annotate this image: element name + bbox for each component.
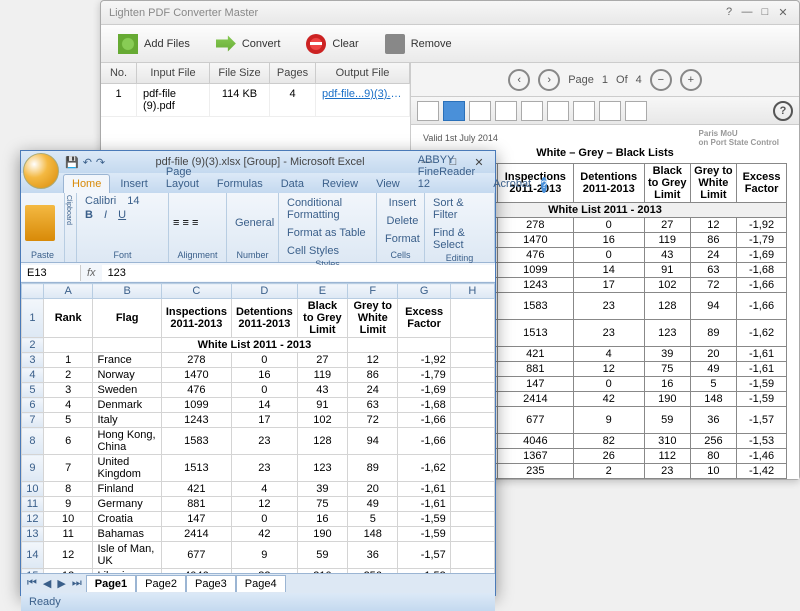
bold-button[interactable]: B — [81, 207, 97, 223]
formula-value[interactable]: 123 — [102, 265, 495, 281]
fmt-icon-3[interactable] — [469, 101, 491, 121]
office-button[interactable] — [23, 153, 59, 189]
ribbon-tab-abbyy-finereader-12[interactable]: ABBYY FineReader 12 — [410, 151, 483, 193]
sheet-tab[interactable]: Page1 — [86, 575, 136, 592]
sheet-tabs: ⏮ ◀ ▶ ⏭ Page1Page2Page3Page4 — [21, 573, 495, 593]
fmt-icon-1[interactable] — [417, 101, 439, 121]
close-icon[interactable]: ✕ — [775, 6, 791, 20]
file-list-row[interactable]: 1 pdf-file (9).pdf 114 KB 4 pdf-file...9… — [101, 84, 410, 117]
italic-button[interactable]: I — [100, 207, 111, 223]
zoom-in-button[interactable]: + — [680, 69, 702, 91]
name-box[interactable]: E13 — [21, 265, 81, 281]
ribbon-tab-review[interactable]: Review — [314, 175, 366, 193]
minus-icon — [306, 34, 326, 54]
fmt-icon-8[interactable] — [599, 101, 621, 121]
ribbon-tab-acrobat[interactable]: Acrobat — [485, 175, 539, 193]
pdf-title: Lighten PDF Converter Master — [109, 7, 258, 19]
trash-icon — [385, 34, 405, 54]
underline-button[interactable]: U — [114, 207, 130, 223]
zoom-out-button[interactable]: − — [650, 69, 672, 91]
fmt-icon-4[interactable] — [495, 101, 517, 121]
sheet-first-button[interactable]: ⏮ — [25, 577, 39, 590]
ribbon-tab-insert[interactable]: Insert — [112, 175, 156, 193]
sheet-prev-button[interactable]: ◀ — [41, 577, 53, 590]
fmt-icon-6[interactable] — [547, 101, 569, 121]
plus-icon — [118, 34, 138, 54]
spreadsheet-grid[interactable]: ABCDEFGH1RankFlagInspections 2011-2013De… — [21, 283, 495, 573]
paris-mou-logo: Paris MoUon Port State Control — [699, 129, 779, 147]
next-page-button[interactable]: › — [538, 69, 560, 91]
maximize-icon[interactable]: □ — [757, 6, 773, 20]
pdf-titlebar: Lighten PDF Converter Master ? — □ ✕ — [101, 1, 799, 25]
fmt-icon-9[interactable] — [625, 101, 647, 121]
redo-icon[interactable]: ↷ — [96, 156, 105, 169]
undo-icon[interactable]: ↶ — [83, 156, 92, 169]
page-current: 1 — [602, 74, 608, 86]
file-list-header: No. Input File File Size Pages Output Fi… — [101, 63, 410, 84]
cond-fmt-button[interactable]: Conditional Formatting — [283, 195, 372, 223]
ribbon-help-icon[interactable]: ? — [541, 177, 547, 193]
excel-title: pdf-file (9)(3).xlsx [Group] - Microsoft… — [105, 156, 415, 168]
fx-icon[interactable]: fx — [81, 267, 102, 279]
sheet-tab[interactable]: Page4 — [236, 575, 286, 592]
save-icon[interactable]: 💾 — [65, 156, 79, 169]
paste-icon[interactable] — [25, 205, 55, 241]
quick-access-toolbar: 💾 ↶ ↷ — [65, 156, 105, 169]
fmt-icon-2[interactable] — [443, 101, 465, 121]
page-nav: ‹ › Page 1 Of 4 − + — [411, 63, 799, 97]
add-files-button[interactable]: Add Files — [107, 29, 201, 59]
ribbon-tab-formulas[interactable]: Formulas — [209, 175, 271, 193]
ribbon-tab-data[interactable]: Data — [273, 175, 312, 193]
excel-window: 💾 ↶ ↷ pdf-file (9)(3).xlsx [Group] - Mic… — [20, 150, 496, 596]
ribbon-tab-home[interactable]: Home — [63, 174, 110, 193]
ribbon-tabs: HomeInsertPage LayoutFormulasDataReviewV… — [21, 173, 495, 193]
convert-button[interactable]: Convert — [205, 29, 292, 59]
prev-page-button[interactable]: ‹ — [508, 69, 530, 91]
sheet-next-button[interactable]: ▶ — [55, 577, 67, 590]
formula-bar: E13 fx 123 — [21, 263, 495, 283]
ribbon: Paste Clipboard Calibri 14B I UFont ≡ ≡ … — [21, 193, 495, 263]
sheet-last-button[interactable]: ⏭ — [70, 577, 84, 590]
pdf-toolbar: Add Files Convert Clear Remove — [101, 25, 799, 63]
format-icons: ? — [411, 97, 799, 125]
help-icon[interactable]: ? — [773, 101, 793, 121]
help-icon[interactable]: ? — [721, 6, 737, 20]
status-bar: Ready — [21, 593, 495, 611]
ribbon-tab-page-layout[interactable]: Page Layout — [158, 163, 207, 193]
output-file-link[interactable]: pdf-file...9)(3).xlsx — [316, 84, 410, 116]
remove-button[interactable]: Remove — [374, 29, 463, 59]
ribbon-tab-view[interactable]: View — [368, 175, 408, 193]
sheet-tab[interactable]: Page3 — [186, 575, 236, 592]
fmt-icon-7[interactable] — [573, 101, 595, 121]
arrow-icon — [216, 34, 236, 54]
sheet-tab[interactable]: Page2 — [136, 575, 186, 592]
page-total: 4 — [636, 74, 642, 86]
clear-button[interactable]: Clear — [295, 29, 369, 59]
minimize-icon[interactable]: — — [739, 6, 755, 20]
fmt-icon-5[interactable] — [521, 101, 543, 121]
